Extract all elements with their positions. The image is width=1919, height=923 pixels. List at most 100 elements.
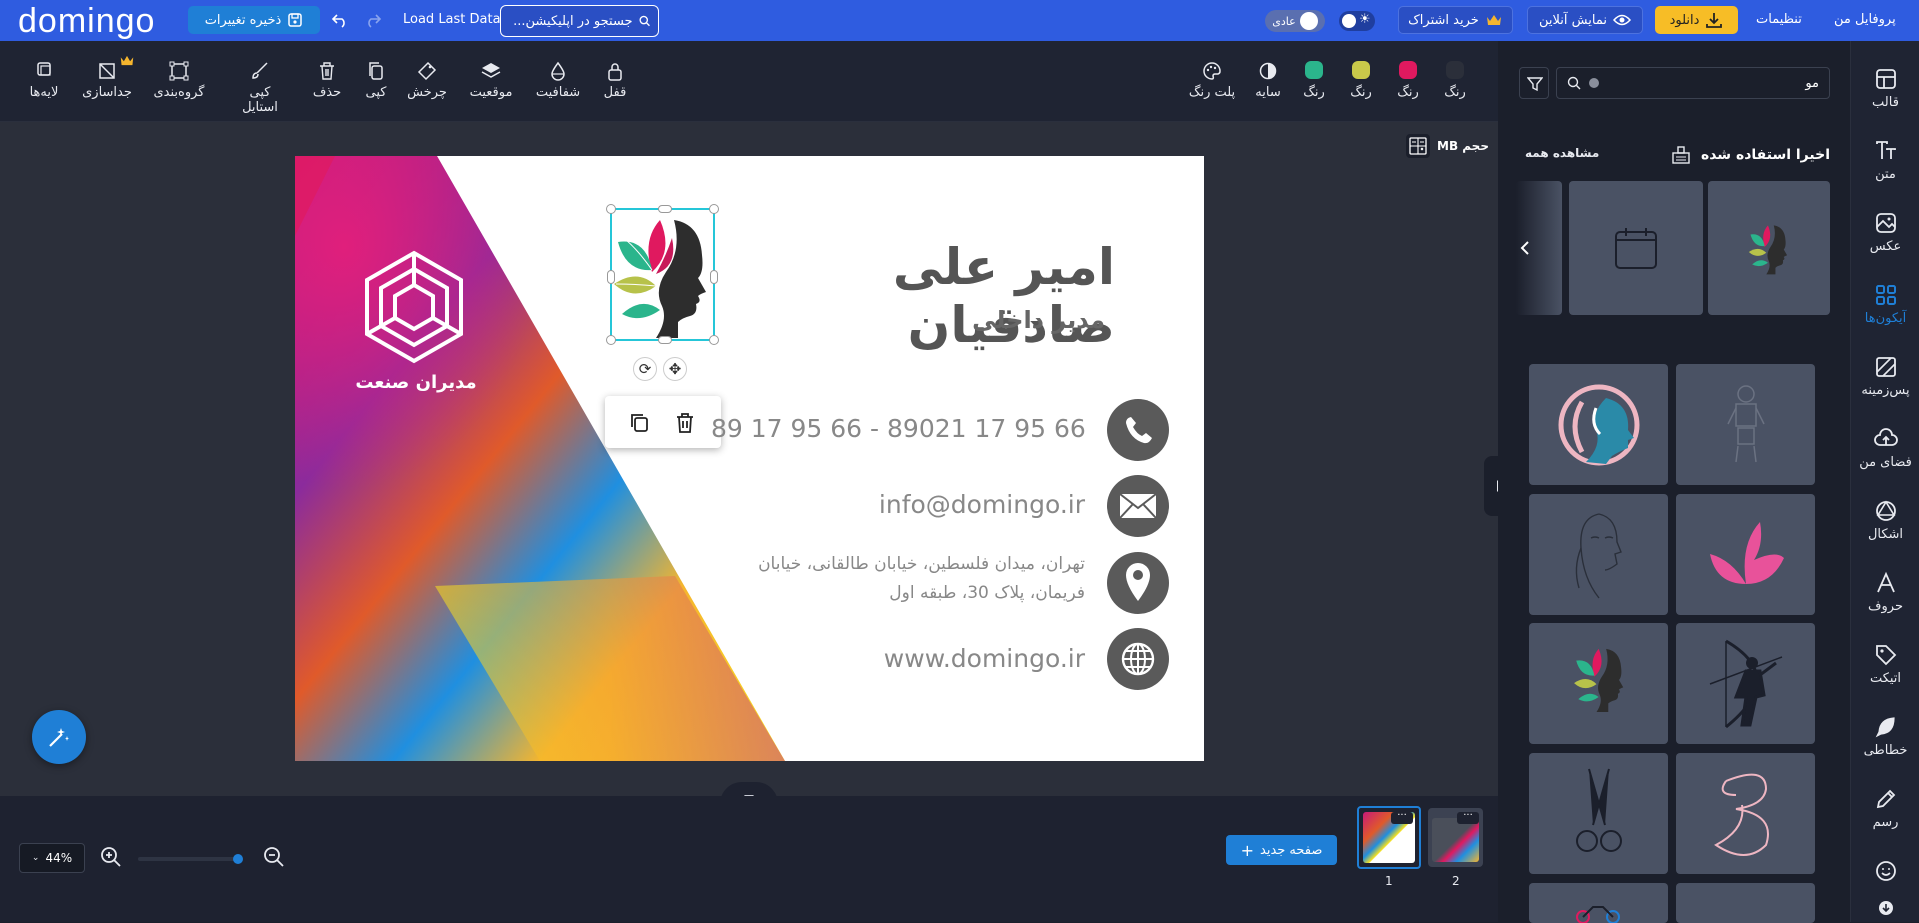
premium-crown-icon (120, 55, 134, 66)
nav-calligraphy-label: خطاطی (1863, 743, 1908, 758)
nav-tag[interactable]: اتیکت (1851, 643, 1919, 686)
nav-background[interactable]: پس‌زمینه (1851, 355, 1919, 398)
rotate-handle[interactable]: ⟳ (633, 357, 657, 381)
tool-palette[interactable]: پلت رنگ (1182, 61, 1242, 100)
person-name[interactable]: امیر علی صادقیان (715, 238, 1115, 354)
page-thumbnail-1[interactable]: ··· (1357, 806, 1421, 869)
nav-icons[interactable]: آیکون‌ها (1851, 283, 1919, 326)
nav-scroll-down[interactable] (1851, 893, 1919, 922)
redo-icon[interactable] (364, 12, 382, 28)
tool-color-4[interactable]: رنگ (1425, 61, 1485, 100)
recent-title-text: اخیرا استفاده شده (1700, 147, 1830, 163)
mode-toggle[interactable]: عادی (1265, 10, 1325, 32)
tool-rotate[interactable]: چرخش (397, 61, 457, 100)
tool-copy-style[interactable]: کپی استایل (230, 61, 290, 115)
save-button[interactable]: ذخیره تغییرات (188, 6, 320, 34)
page-thumbnail-2[interactable]: ··· (1428, 808, 1483, 867)
zoom-in-icon[interactable] (100, 846, 122, 868)
duplicate-icon[interactable] (629, 412, 651, 434)
icon-result-woman-sketch[interactable] (1529, 494, 1668, 615)
resize-handle-left[interactable] (607, 270, 615, 284)
nav-letters[interactable]: حروف (1851, 571, 1919, 614)
email-address[interactable]: info@domingo.ir (855, 490, 1085, 519)
icon-result-butterfly[interactable] (1676, 494, 1815, 615)
brush-icon (252, 62, 268, 79)
resize-handle-tr[interactable] (709, 204, 719, 214)
icon-result-calligraphy[interactable] (1676, 753, 1815, 874)
website-url[interactable]: www.domingo.ir (835, 644, 1085, 673)
magic-wand-icon (49, 728, 69, 747)
search-icon (639, 15, 650, 27)
resize-handle-top[interactable] (658, 205, 672, 213)
settings-link[interactable]: تنظیمات (1756, 12, 1802, 27)
profile-link[interactable]: پروفایل من (1834, 12, 1896, 27)
online-preview-button[interactable]: نمایش آنلاین (1527, 6, 1643, 34)
nav-text[interactable]: متن (1851, 139, 1919, 182)
phone-number[interactable]: 89 17 95 66 - 89021 17 95 66 - 1 (711, 414, 1085, 443)
icon-result-woman-circle[interactable] (1529, 364, 1668, 485)
resize-handle-bl[interactable] (606, 335, 616, 345)
buy-subscription-button[interactable]: خرید اشتراک (1398, 6, 1513, 34)
shapes-icon (1875, 500, 1896, 521)
location-pin-glyph (1126, 563, 1150, 601)
tool-opacity[interactable]: شفافیت (528, 61, 588, 100)
eye-icon (1612, 14, 1631, 26)
tool-group[interactable]: گروه‌بندی (149, 61, 209, 100)
page-menu-icon[interactable]: ··· (1391, 811, 1413, 824)
move-handle[interactable]: ✥ (663, 357, 687, 381)
tool-ungroup[interactable]: جداسازی (77, 55, 137, 100)
nav-tag-label: اتیکت (1869, 671, 1902, 686)
view-all-link[interactable]: مشاهده همه (1525, 146, 1599, 160)
nav-emoji[interactable] (1851, 859, 1919, 887)
nav-photo[interactable]: عکس (1851, 211, 1919, 254)
address-line-1[interactable]: تهران، میدان فلسطین، خیابان طالقانی، خیا… (655, 554, 1085, 574)
group-icon (169, 61, 189, 81)
ai-magic-button[interactable] (32, 710, 86, 764)
app-logo[interactable]: domingo (18, 2, 155, 41)
recent-item-calendar[interactable] (1569, 181, 1703, 315)
icon-search-field[interactable]: مو (1556, 67, 1830, 99)
icon-result-archer[interactable] (1676, 623, 1815, 744)
nav-shapes[interactable]: اشکال (1851, 499, 1919, 542)
icon-result-partial-2[interactable] (1529, 883, 1668, 923)
recent-item-partial[interactable] (1516, 181, 1562, 315)
emoji-icon (1875, 861, 1896, 881)
zoom-slider-thumb[interactable] (233, 854, 243, 864)
theme-toggle[interactable]: ☀ (1339, 11, 1375, 31)
zoom-slider[interactable] (138, 854, 243, 864)
new-page-button[interactable]: صفحه جدید + (1226, 835, 1337, 865)
chevron-left-icon[interactable] (1520, 241, 1530, 255)
nav-template[interactable]: قالب (1851, 67, 1919, 110)
recent-item-woman-flower[interactable] (1708, 181, 1830, 315)
nav-my-space[interactable]: فضای من (1851, 427, 1919, 470)
tool-lock[interactable]: قفل (585, 61, 645, 100)
undo-icon[interactable] (331, 12, 349, 28)
tool-layers[interactable]: لایه‌ها (14, 61, 74, 100)
company-name: مدیران صنعت (355, 372, 477, 393)
zoom-select[interactable]: ⌄ 44% (19, 843, 85, 873)
nav-calligraphy[interactable]: خطاطی (1851, 715, 1919, 758)
nav-draw[interactable]: رسم (1851, 787, 1919, 830)
nav-my-space-label: فضای من (1859, 455, 1912, 470)
resize-handle-bottom[interactable] (658, 336, 672, 344)
app-search[interactable]: جستجو در اپلیکیشن... (500, 5, 659, 37)
trash-icon (320, 62, 334, 80)
page-menu-icon[interactable]: ··· (1457, 811, 1479, 824)
load-last-data-button[interactable]: Load Last Data (403, 12, 501, 27)
search-icon (1567, 76, 1581, 90)
icon-result-woman-flower[interactable] (1529, 623, 1668, 744)
selected-element[interactable] (606, 204, 719, 345)
filter-button[interactable] (1519, 67, 1549, 99)
delete-element-icon[interactable] (674, 412, 696, 434)
zoom-out-icon[interactable] (263, 846, 285, 868)
person-title[interactable]: مدیر داخلی (895, 306, 1105, 334)
resize-handle-tl[interactable] (606, 204, 616, 214)
icon-result-robot[interactable] (1676, 364, 1815, 485)
business-card[interactable]: مدیران صنعت ⟳ ✥ امیر علی صادقیان مدیر دا… (295, 156, 1204, 761)
download-button[interactable]: دانلود (1655, 6, 1738, 34)
tool-position[interactable]: موقعیت (461, 61, 521, 100)
icon-result-scissors[interactable] (1529, 753, 1668, 874)
download-label: دانلود (1669, 12, 1700, 28)
icon-result-partial-1[interactable] (1676, 883, 1815, 923)
address-line-2[interactable]: فریمان، پلاک 30، طبقه اول (655, 583, 1085, 603)
